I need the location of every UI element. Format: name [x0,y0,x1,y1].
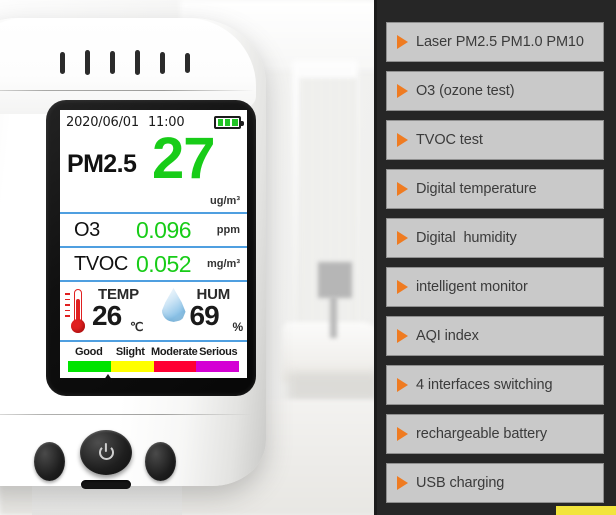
thermometer-ticks [65,293,70,317]
device-seam-top [0,90,254,91]
vent-slot [60,52,65,74]
scale-label-good: Good [74,346,103,358]
pm25-unit: ug/m³ [210,195,240,207]
scale-segment-good [68,361,111,372]
vent-slot [110,51,115,74]
feature-item-aqi-index[interactable]: AQI index [386,316,604,356]
feature-item-battery[interactable]: rechargeable battery [386,414,604,454]
tvoc-unit: mg/m³ [207,258,240,270]
feature-label: rechargeable battery [416,426,547,442]
o3-label: O3 [74,219,100,241]
o3-unit: ppm [216,224,240,236]
feature-item-intelligent-monitor[interactable]: intelligent monitor [386,267,604,307]
scale-segment-serious [196,361,239,372]
function-button[interactable] [145,442,176,481]
feature-list-panel: Laser PM2.5 PM1.0 PM10 O3 (ozone test) T… [374,0,616,515]
triangle-bullet-icon [397,280,408,294]
room-shadow [288,372,380,402]
pm25-label: PM2.5 [67,150,137,178]
vent-slot [185,53,190,73]
feature-list: Laser PM2.5 PM1.0 PM10 O3 (ozone test) T… [374,0,616,515]
vent-slot [135,50,140,75]
date-text: 2020/06/01 [66,114,139,130]
battery-bar [224,118,231,126]
triangle-bullet-icon [397,231,408,245]
air-quality-scale: Good Slight Moderate Serious [60,342,247,378]
tvoc-value: 0.052 [136,251,192,277]
feature-item-humidity[interactable]: Digital humidity [386,218,604,258]
pm25-value: 27 [152,126,216,191]
air-intake-vents [60,50,190,78]
vent-slot [85,50,90,75]
feature-label: O3 (ozone test) [416,83,515,99]
scale-segment-moderate [153,361,197,372]
feature-item-ozone[interactable]: O3 (ozone test) [386,71,604,111]
triangle-bullet-icon [397,35,408,49]
triangle-bullet-icon [397,182,408,196]
triangle-bullet-icon [397,427,408,441]
mode-button[interactable] [34,442,65,481]
lcd-screen: 2020/06/01 11:00 PM2.5 27 ug/m³ O3 0.096… [60,110,247,378]
thermometer-bulb [71,319,85,333]
scale-marker-triangle [101,374,116,378]
feature-item-temperature[interactable]: Digital temperature [386,169,604,209]
scale-label-moderate: Moderate [151,346,198,358]
feature-label: AQI index [416,328,479,344]
battery-bar [217,118,224,126]
power-button[interactable] [80,430,132,475]
o3-value: 0.096 [136,217,192,243]
air-quality-detector-device: 2020/06/01 11:00 PM2.5 27 ug/m³ O3 0.096… [0,18,266,515]
feature-label: Laser PM2.5 PM1.0 PM10 [416,34,584,50]
feature-label: intelligent monitor [416,279,528,295]
device-seam-bottom [0,414,252,415]
feature-label: TVOC test [416,132,483,148]
device-controls [34,430,176,489]
feature-label: 4 interfaces switching [416,377,553,393]
scale-segment-slight [110,361,154,372]
room-lamp-icon [318,262,352,298]
vent-slot [160,52,165,74]
usb-slot [81,480,131,489]
triangle-bullet-icon [397,84,408,98]
scale-label-serious: Serious [199,346,238,358]
humidity-value: 69 [189,300,220,331]
pm25-reading: PM2.5 27 ug/m³ [60,130,247,212]
water-drop-icon [161,288,186,322]
battery-bar [231,118,238,126]
temperature-unit: ℃ [130,320,144,334]
o3-reading: O3 0.096 ppm [60,214,247,246]
humidity-unit: % [232,320,244,334]
thermometer-icon [65,289,86,333]
triangle-bullet-icon [397,133,408,147]
temperature-value: 26 [92,300,122,331]
feature-item-tvoc[interactable]: TVOC test [386,120,604,160]
tvoc-reading: TVOC 0.052 mg/m³ [60,248,247,280]
product-image-stage: 2020/06/01 11:00 PM2.5 27 ug/m³ O3 0.096… [0,0,616,515]
accent-corner-strip [556,506,616,515]
triangle-bullet-icon [397,476,408,490]
feature-item-laser-pm[interactable]: Laser PM2.5 PM1.0 PM10 [386,22,604,62]
triangle-bullet-icon [397,329,408,343]
humidity-reading: HUM 69 % [154,282,248,340]
battery-icon [214,115,244,129]
feature-label: Digital temperature [416,181,537,197]
scale-label-slight: Slight [115,346,145,358]
triangle-bullet-icon [397,378,408,392]
scale-labels: Good Slight Moderate Serious [68,346,239,358]
feature-item-interfaces[interactable]: 4 interfaces switching [386,365,604,405]
scale-bar [68,361,239,372]
tvoc-label: TVOC [74,253,128,275]
feature-label: USB charging [416,475,505,491]
room-lamp-stem [330,296,337,338]
feature-item-usb-charging[interactable]: USB charging [386,463,604,503]
temperature-reading: TEMP 26 ℃ [60,282,154,340]
power-icon [98,445,114,460]
environment-readings: TEMP 26 ℃ HUM 69 % [60,282,247,340]
feature-label: Digital humidity [416,230,517,246]
